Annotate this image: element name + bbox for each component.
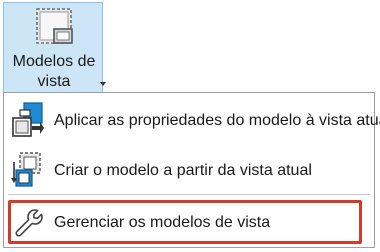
view-templates-ribbon-button[interactable]: Modelos de vista xyxy=(3,2,106,93)
ribbon-button-label-line2: vista xyxy=(37,73,71,90)
view-templates-menu: Aplicar as propriedades do modelo à vist… xyxy=(3,92,380,248)
menu-separator xyxy=(8,194,370,195)
menu-item-label: Gerenciar os modelos de vista xyxy=(54,214,271,231)
apply-template-icon xyxy=(12,102,44,137)
dropdown-arrow-icon[interactable] xyxy=(100,82,106,86)
menu-item-label: Aplicar as propriedades do modelo à vist… xyxy=(54,112,380,129)
menu-item-label: Criar o modelo a partir da vista atual xyxy=(54,162,312,179)
view-template-icon xyxy=(36,8,73,44)
create-template-icon xyxy=(11,152,41,187)
ribbon-button-label-line1: Modelos de xyxy=(12,53,96,70)
menu-item-manage-templates[interactable]: Gerenciar os modelos de vista xyxy=(8,200,362,244)
wrench-icon xyxy=(15,209,43,237)
menu-item-apply-template[interactable]: Aplicar as propriedades do modelo à vist… xyxy=(4,96,380,144)
menu-item-create-template[interactable]: Criar o modelo a partir da vista atual xyxy=(4,146,374,194)
